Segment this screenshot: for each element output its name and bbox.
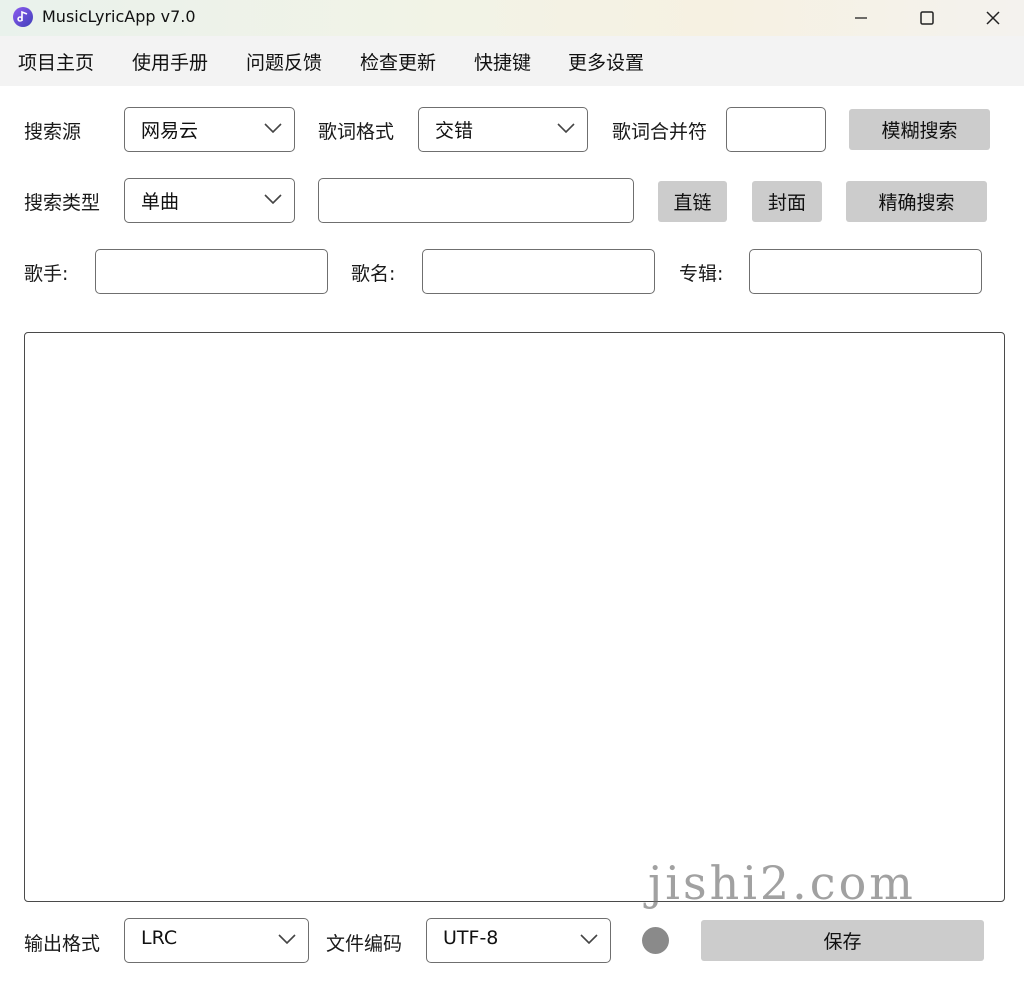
output-format-value: LRC — [141, 927, 178, 949]
chevron-down-icon — [580, 934, 598, 944]
lyric-format-value: 交错 — [435, 120, 474, 142]
file-encoding-label: 文件编码 — [326, 933, 403, 955]
song-name-input[interactable] — [422, 249, 655, 294]
close-icon — [986, 11, 1000, 25]
menu-item-more-settings[interactable]: 更多设置 — [568, 48, 644, 75]
chevron-down-icon — [278, 934, 296, 944]
direct-link-button[interactable]: 直链 — [658, 181, 727, 222]
menu-item-shortcuts[interactable]: 快捷键 — [474, 48, 531, 75]
search-input[interactable] — [318, 178, 634, 223]
search-type-value: 单曲 — [141, 191, 180, 213]
save-button[interactable]: 保存 — [701, 920, 984, 961]
window-title: MusicLyricApp v7.0 — [42, 7, 196, 26]
menu-item-feedback[interactable]: 问题反馈 — [246, 48, 322, 75]
song-name-label: 歌名: — [351, 263, 396, 285]
minimize-button[interactable] — [828, 0, 894, 36]
exact-search-button[interactable]: 精确搜索 — [846, 181, 987, 222]
minimize-icon — [855, 17, 867, 19]
close-button[interactable] — [960, 0, 1024, 36]
app-logo-icon — [13, 7, 33, 27]
output-format-label: 输出格式 — [24, 933, 101, 955]
singer-input[interactable] — [95, 249, 328, 294]
album-input[interactable] — [749, 249, 982, 294]
lyrics-output-textarea[interactable] — [24, 332, 1005, 902]
search-type-select[interactable]: 单曲 — [124, 178, 295, 223]
chevron-down-icon — [557, 123, 575, 133]
menu-item-check-update[interactable]: 检查更新 — [360, 48, 436, 75]
output-format-select[interactable]: LRC — [124, 918, 309, 963]
maximize-icon — [920, 11, 934, 25]
file-encoding-select[interactable]: UTF-8 — [426, 918, 611, 963]
fuzzy-search-button[interactable]: 模糊搜索 — [849, 109, 990, 150]
merge-char-label: 歌词合并符 — [612, 121, 708, 143]
menu-item-manual[interactable]: 使用手册 — [132, 48, 208, 75]
main-panel: 搜索源 网易云 歌词格式 交错 歌词合并符 模糊搜索 搜索类型 单曲 直链 封面… — [0, 86, 1024, 1008]
lyric-format-select[interactable]: 交错 — [418, 107, 588, 152]
menu-bar: 项目主页 使用手册 问题反馈 检查更新 快捷键 更多设置 — [0, 36, 1024, 86]
merge-char-input[interactable] — [726, 107, 826, 152]
search-type-label: 搜索类型 — [24, 192, 101, 214]
search-source-label: 搜索源 — [24, 121, 82, 143]
file-encoding-value: UTF-8 — [443, 927, 499, 949]
maximize-button[interactable] — [894, 0, 960, 36]
lyric-format-label: 歌词格式 — [318, 121, 395, 143]
watermark-text: jishi2.com — [648, 856, 916, 910]
search-source-select[interactable]: 网易云 — [124, 107, 295, 152]
search-source-value: 网易云 — [141, 120, 199, 142]
chevron-down-icon — [264, 194, 282, 204]
chevron-down-icon — [264, 123, 282, 133]
title-bar: MusicLyricApp v7.0 — [0, 0, 1024, 36]
album-label: 专辑: — [679, 263, 724, 285]
status-indicator-dot — [642, 927, 669, 954]
menu-item-homepage[interactable]: 项目主页 — [18, 48, 94, 75]
singer-label: 歌手: — [24, 263, 69, 285]
cover-button[interactable]: 封面 — [752, 181, 822, 222]
